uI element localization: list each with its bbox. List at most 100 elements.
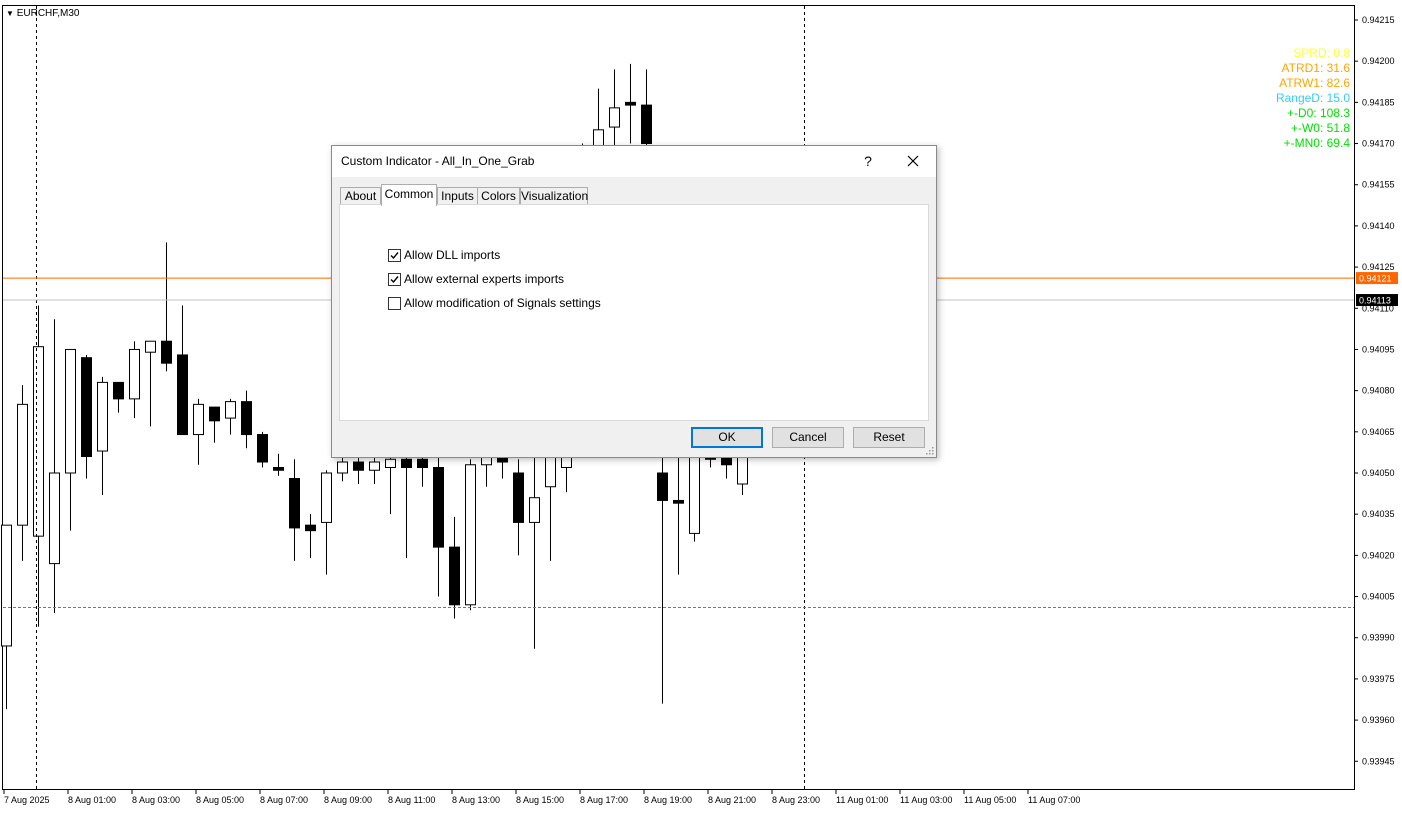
info-line: ATRD1: 31.6: [1281, 61, 1350, 75]
price-tick-label: 0.94035: [1362, 509, 1395, 519]
price-tick-label: 0.94080: [1362, 386, 1395, 396]
candle-body: [689, 445, 700, 534]
candle-body: [177, 354, 188, 436]
time-tick-label: 8 Aug 03:00: [132, 795, 180, 805]
candle-body: [17, 403, 28, 526]
allow-signals-modification-checkbox[interactable]: [388, 297, 401, 310]
info-line: +-W0: 51.8: [1290, 121, 1350, 135]
candle-body: [609, 107, 620, 128]
cancel-button[interactable]: Cancel: [772, 427, 844, 448]
candle-body: [641, 104, 652, 145]
allow-dll-imports-label: Allow DLL imports: [404, 248, 501, 262]
time-tick-label: 11 Aug 07:00: [1028, 795, 1080, 805]
price-tick-label: 0.93960: [1362, 715, 1395, 725]
price-tick-label: 0.94020: [1362, 550, 1395, 560]
symbol-label-text: EURCHF,M30: [16, 8, 80, 19]
price-tick-label: 0.94170: [1362, 139, 1395, 149]
tab-colors[interactable]: Colors: [477, 187, 520, 205]
time-tick-label: 8 Aug 19:00: [644, 795, 692, 805]
close-icon: [907, 155, 919, 167]
price-tick-label: 0.94200: [1362, 56, 1395, 66]
time-tick-label: 8 Aug 13:00: [452, 795, 500, 805]
price-tick-label: 0.94050: [1362, 468, 1395, 478]
time-tick-label: 8 Aug 15:00: [516, 795, 564, 805]
info-line: RangeD: 15.0: [1275, 91, 1350, 105]
candle-body: [145, 340, 156, 353]
time-tick-label: 11 Aug 03:00: [900, 795, 952, 805]
bid-price-label: 0.94121: [1359, 274, 1392, 284]
candle-body: [97, 381, 108, 452]
symbol-timeframe-label[interactable]: ▼ EURCHF,M30: [6, 8, 80, 19]
candle-body: [465, 464, 476, 606]
time-tick-label: 8 Aug 17:00: [580, 795, 628, 805]
tab-common[interactable]: Common: [381, 184, 437, 206]
price-tick-label: 0.94095: [1362, 344, 1395, 354]
custom-indicator-dialog: Custom Indicator - All_In_One_Grab ? Abo…: [331, 145, 937, 458]
candle-body: [369, 461, 380, 471]
help-button[interactable]: ?: [854, 149, 882, 173]
checkmark-icon: [390, 252, 399, 260]
reset-button[interactable]: Reset: [853, 427, 925, 448]
candle-body: [529, 497, 540, 523]
price-tick-label: 0.94125: [1362, 262, 1395, 272]
candle-body: [673, 499, 684, 504]
candle-body: [1, 524, 12, 647]
tab-about[interactable]: About: [340, 187, 381, 205]
allow-dll-imports-checkbox[interactable]: [388, 249, 401, 262]
candle-body: [353, 461, 364, 471]
candle-body: [65, 348, 76, 474]
collapse-arrow-icon[interactable]: ▼: [6, 9, 14, 18]
allow-external-experts-checkbox[interactable]: [388, 273, 401, 286]
candle-body: [657, 472, 668, 501]
candle-body: [193, 403, 204, 436]
candle-body: [337, 461, 348, 474]
candle-body: [513, 472, 524, 523]
time-tick-label: 8 Aug 23:00: [772, 795, 820, 805]
price-tick-label: 0.94065: [1362, 427, 1395, 437]
price-tick-label: 0.94185: [1362, 97, 1395, 107]
info-line: +-D0: 108.3: [1286, 106, 1350, 120]
candle-body: [401, 458, 412, 469]
candle-body: [209, 406, 220, 422]
info-line: SPRD: 0.8: [1293, 46, 1350, 60]
price-tick-label: 0.94005: [1362, 592, 1395, 602]
price-tick-label: 0.93945: [1362, 756, 1395, 766]
candle-body: [161, 340, 172, 364]
time-tick-label: 8 Aug 21:00: [708, 795, 756, 805]
tab-inputs[interactable]: Inputs: [437, 187, 478, 205]
price-axis: 0.94215 0.94200 0.94185 0.94170 0.94155 0.941…: [1354, 15, 1395, 766]
resize-grip-icon[interactable]: [926, 447, 934, 455]
candle-body: [433, 467, 444, 548]
close-button[interactable]: [898, 149, 928, 173]
candle-body: [417, 458, 428, 469]
common-tab-panel: Allow DLL imports Allow external experts…: [339, 204, 929, 421]
price-tick-label: 0.93990: [1362, 633, 1395, 643]
tab-visualization[interactable]: Visualization: [520, 187, 588, 205]
time-axis: 7 Aug 2025 8 Aug 01:00 8 Aug 03:00 8 Aug 05…: [3, 790, 1080, 805]
dialog-titlebar[interactable]: Custom Indicator - All_In_One_Grab ?: [332, 146, 936, 177]
info-line: ATRW1: 82.6: [1279, 76, 1350, 90]
time-tick-label: 7 Aug 2025: [4, 795, 50, 805]
allow-external-experts-label: Allow external experts imports: [404, 272, 565, 286]
checkmark-icon: [390, 276, 399, 284]
price-tick-label: 0.94155: [1362, 180, 1395, 190]
dialog-title: Custom Indicator - All_In_One_Grab: [341, 154, 535, 168]
ok-button[interactable]: OK: [691, 427, 763, 448]
price-tick-label: 0.94140: [1362, 221, 1395, 231]
price-tick-label: 0.93975: [1362, 674, 1395, 684]
candle-body: [625, 101, 636, 106]
candle-body: [385, 458, 396, 469]
allow-signals-modification-label: Allow modification of Signals settings: [404, 296, 601, 310]
candle-body: [273, 467, 284, 471]
candle-body: [33, 346, 44, 537]
price-tick-label: 0.94215: [1362, 15, 1395, 25]
candle-body: [305, 524, 316, 532]
candle-body: [113, 381, 124, 400]
candle-body: [449, 546, 460, 606]
time-tick-label: 11 Aug 05:00: [964, 795, 1016, 805]
candle-body: [129, 348, 140, 400]
candle-body: [737, 456, 748, 485]
candle-body: [81, 357, 92, 458]
time-tick-label: 8 Aug 01:00: [68, 795, 116, 805]
candle-body: [257, 434, 268, 463]
